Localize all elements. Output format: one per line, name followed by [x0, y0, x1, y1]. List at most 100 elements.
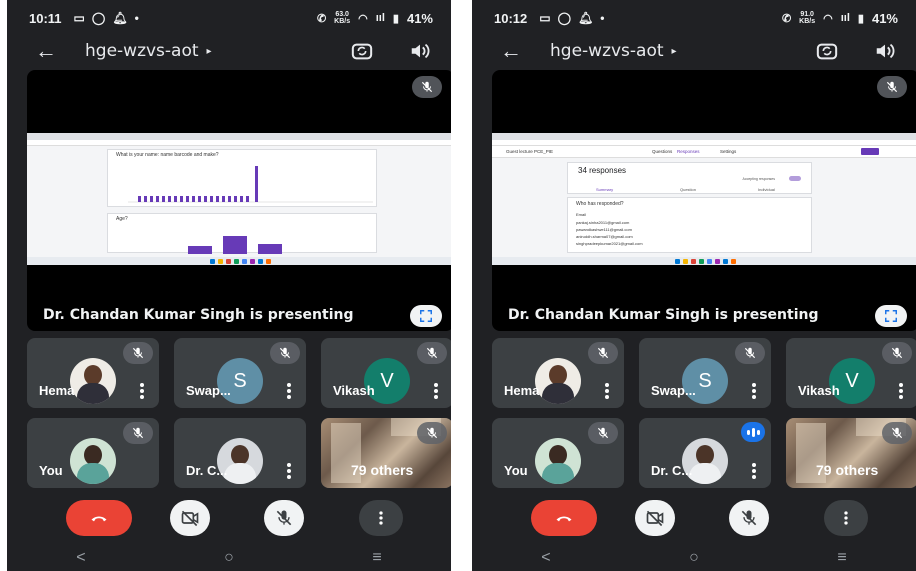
- battery-level: 41%: [406, 10, 433, 26]
- back-arrow-icon[interactable]: ←: [35, 38, 85, 64]
- meeting-details-caret-icon[interactable]: ▸: [207, 46, 212, 57]
- more-vert-icon[interactable]: [751, 462, 757, 480]
- more-vert-icon[interactable]: [604, 382, 610, 400]
- participant-name: You: [504, 463, 528, 478]
- more-vert-icon[interactable]: [139, 382, 145, 400]
- tab-responses[interactable]: Responses: [677, 149, 700, 154]
- more-vert-icon[interactable]: [751, 382, 757, 400]
- nav-home-icon[interactable]: ○: [689, 549, 699, 567]
- video-off-button[interactable]: [635, 500, 675, 536]
- call-end-button[interactable]: [531, 500, 597, 536]
- more-vert-icon[interactable]: [286, 382, 292, 400]
- age-chart-thumbnail: [188, 236, 282, 254]
- more-vert-icon[interactable]: [286, 462, 292, 480]
- mic-off-icon: [882, 342, 912, 364]
- subtab-individual[interactable]: Individual: [758, 187, 775, 192]
- mic-off-icon: [588, 422, 618, 444]
- bar-chart-thumbnail: [128, 166, 373, 203]
- bell-icon: 🔔︎: [578, 11, 594, 25]
- mic-off-button[interactable]: [264, 500, 304, 536]
- participant-tile-others[interactable]: 79 others: [321, 418, 451, 488]
- email-row: pawandkashwe111@gmail.com: [576, 227, 632, 232]
- participant-tile-vikash[interactable]: V Vikash: [321, 338, 451, 408]
- subtab-question[interactable]: Question: [680, 187, 696, 192]
- mic-off-icon: [276, 510, 292, 526]
- mic-off-button[interactable]: [729, 500, 769, 536]
- camera-flip-icon[interactable]: [351, 40, 373, 62]
- participant-name: Dr. C...: [186, 463, 228, 478]
- battery-icon: ▮: [392, 12, 399, 25]
- participant-name: Hema: [39, 383, 75, 398]
- nav-home-icon[interactable]: ○: [224, 549, 234, 567]
- participant-tile-swap[interactable]: S Swap...: [174, 338, 306, 408]
- meeting-app-bar: ← hge-wzvs-aot ▸: [472, 36, 916, 66]
- browser-tab-strip: [492, 133, 916, 140]
- subtab-summary[interactable]: Summary: [596, 187, 613, 192]
- presentation-stage[interactable]: Guest lecture PCE_PIE Questions Response…: [492, 70, 916, 331]
- participant-name: Swap...: [651, 383, 696, 398]
- avatar: [70, 358, 116, 404]
- fullscreen-icon[interactable]: [875, 305, 907, 327]
- back-arrow-icon[interactable]: ←: [500, 38, 550, 64]
- who-responded-title: Who has responded?: [576, 201, 624, 207]
- participant-tile-vikash[interactable]: V Vikash: [786, 338, 916, 408]
- who-responded-card: Who has responded? Email pankaj.sinha201…: [567, 197, 812, 253]
- nav-recents-icon[interactable]: ≡: [837, 549, 846, 567]
- more-vert-icon[interactable]: [898, 382, 904, 400]
- whatsapp-icon: ◯: [91, 11, 106, 25]
- windows-taskbar: [27, 257, 451, 265]
- video-off-button[interactable]: [170, 500, 210, 536]
- speaking-indicator-icon: [741, 422, 765, 442]
- participant-tile-dr-c[interactable]: Dr. C...: [174, 418, 306, 488]
- participant-name: Vikash: [333, 383, 375, 398]
- android-nav-bar: < ○ ≡: [7, 545, 451, 571]
- status-bar: 10:11 ▭ ◯ 🔔︎ • ✆ 63.0 KB/s ◠ ııl ▮ 41%: [7, 0, 451, 36]
- presenter-caption: Dr. Chandan Kumar Singh is presenting: [508, 307, 819, 323]
- participant-tile-swap[interactable]: S Swap...: [639, 338, 771, 408]
- participant-tile-others[interactable]: 79 others: [786, 418, 916, 488]
- participant-tile-you[interactable]: You: [492, 418, 624, 488]
- bell-icon: 🔔︎: [112, 11, 128, 25]
- call-end-button[interactable]: [66, 500, 132, 536]
- nav-back-icon[interactable]: <: [541, 549, 550, 567]
- others-count: 79 others: [351, 462, 414, 478]
- speaker-icon[interactable]: [409, 40, 431, 62]
- accepting-label: Accepting responses: [742, 177, 776, 181]
- email-label: Email: [576, 212, 587, 217]
- more-options-button[interactable]: [359, 500, 403, 536]
- meeting-details-caret-icon[interactable]: ▸: [672, 46, 677, 57]
- browser-tab-strip: [27, 133, 451, 140]
- accepting-toggle[interactable]: [789, 176, 801, 181]
- meeting-code[interactable]: hge-wzvs-aot: [85, 41, 199, 61]
- participant-name: Hema: [504, 383, 540, 398]
- signal-icon: ııl: [840, 12, 850, 24]
- nav-recents-icon[interactable]: ≡: [372, 549, 381, 567]
- participant-tile-dr-c[interactable]: Dr. C...: [639, 418, 771, 488]
- presentation-stage[interactable]: What is your name: name barcode and make…: [27, 70, 451, 331]
- participant-tile-hema[interactable]: Hema: [492, 338, 624, 408]
- mic-off-icon: [741, 510, 757, 526]
- net-speed: 63.0 KB/s: [334, 11, 351, 25]
- video-off-icon: [646, 510, 664, 527]
- send-button[interactable]: [861, 148, 879, 155]
- nav-back-icon[interactable]: <: [76, 549, 85, 567]
- mic-off-icon: [270, 342, 300, 364]
- participant-tile-hema[interactable]: Hema: [27, 338, 159, 408]
- fullscreen-icon[interactable]: [410, 305, 442, 327]
- status-bar: 10:12 ▭ ◯ 🔔︎ • ✆ 91.0 KB/s ◠ ııl ▮ 41%: [472, 0, 916, 36]
- speaker-icon[interactable]: [874, 40, 896, 62]
- tab-questions[interactable]: Questions: [652, 149, 672, 154]
- more-vert-icon: [379, 511, 383, 525]
- avatar: [535, 358, 581, 404]
- tab-settings[interactable]: Settings: [720, 149, 736, 154]
- participant-name: Dr. C...: [651, 463, 693, 478]
- more-options-button[interactable]: [824, 500, 868, 536]
- call-controls: [472, 500, 916, 540]
- camera-flip-icon[interactable]: [816, 40, 838, 62]
- participant-tile-you[interactable]: You: [27, 418, 159, 488]
- battery-level: 41%: [871, 10, 898, 26]
- meeting-code[interactable]: hge-wzvs-aot: [550, 41, 664, 61]
- avatar: [70, 438, 116, 484]
- more-vert-icon[interactable]: [433, 382, 439, 400]
- email-row: aniruddh.sharma07@gmail.com: [576, 234, 633, 239]
